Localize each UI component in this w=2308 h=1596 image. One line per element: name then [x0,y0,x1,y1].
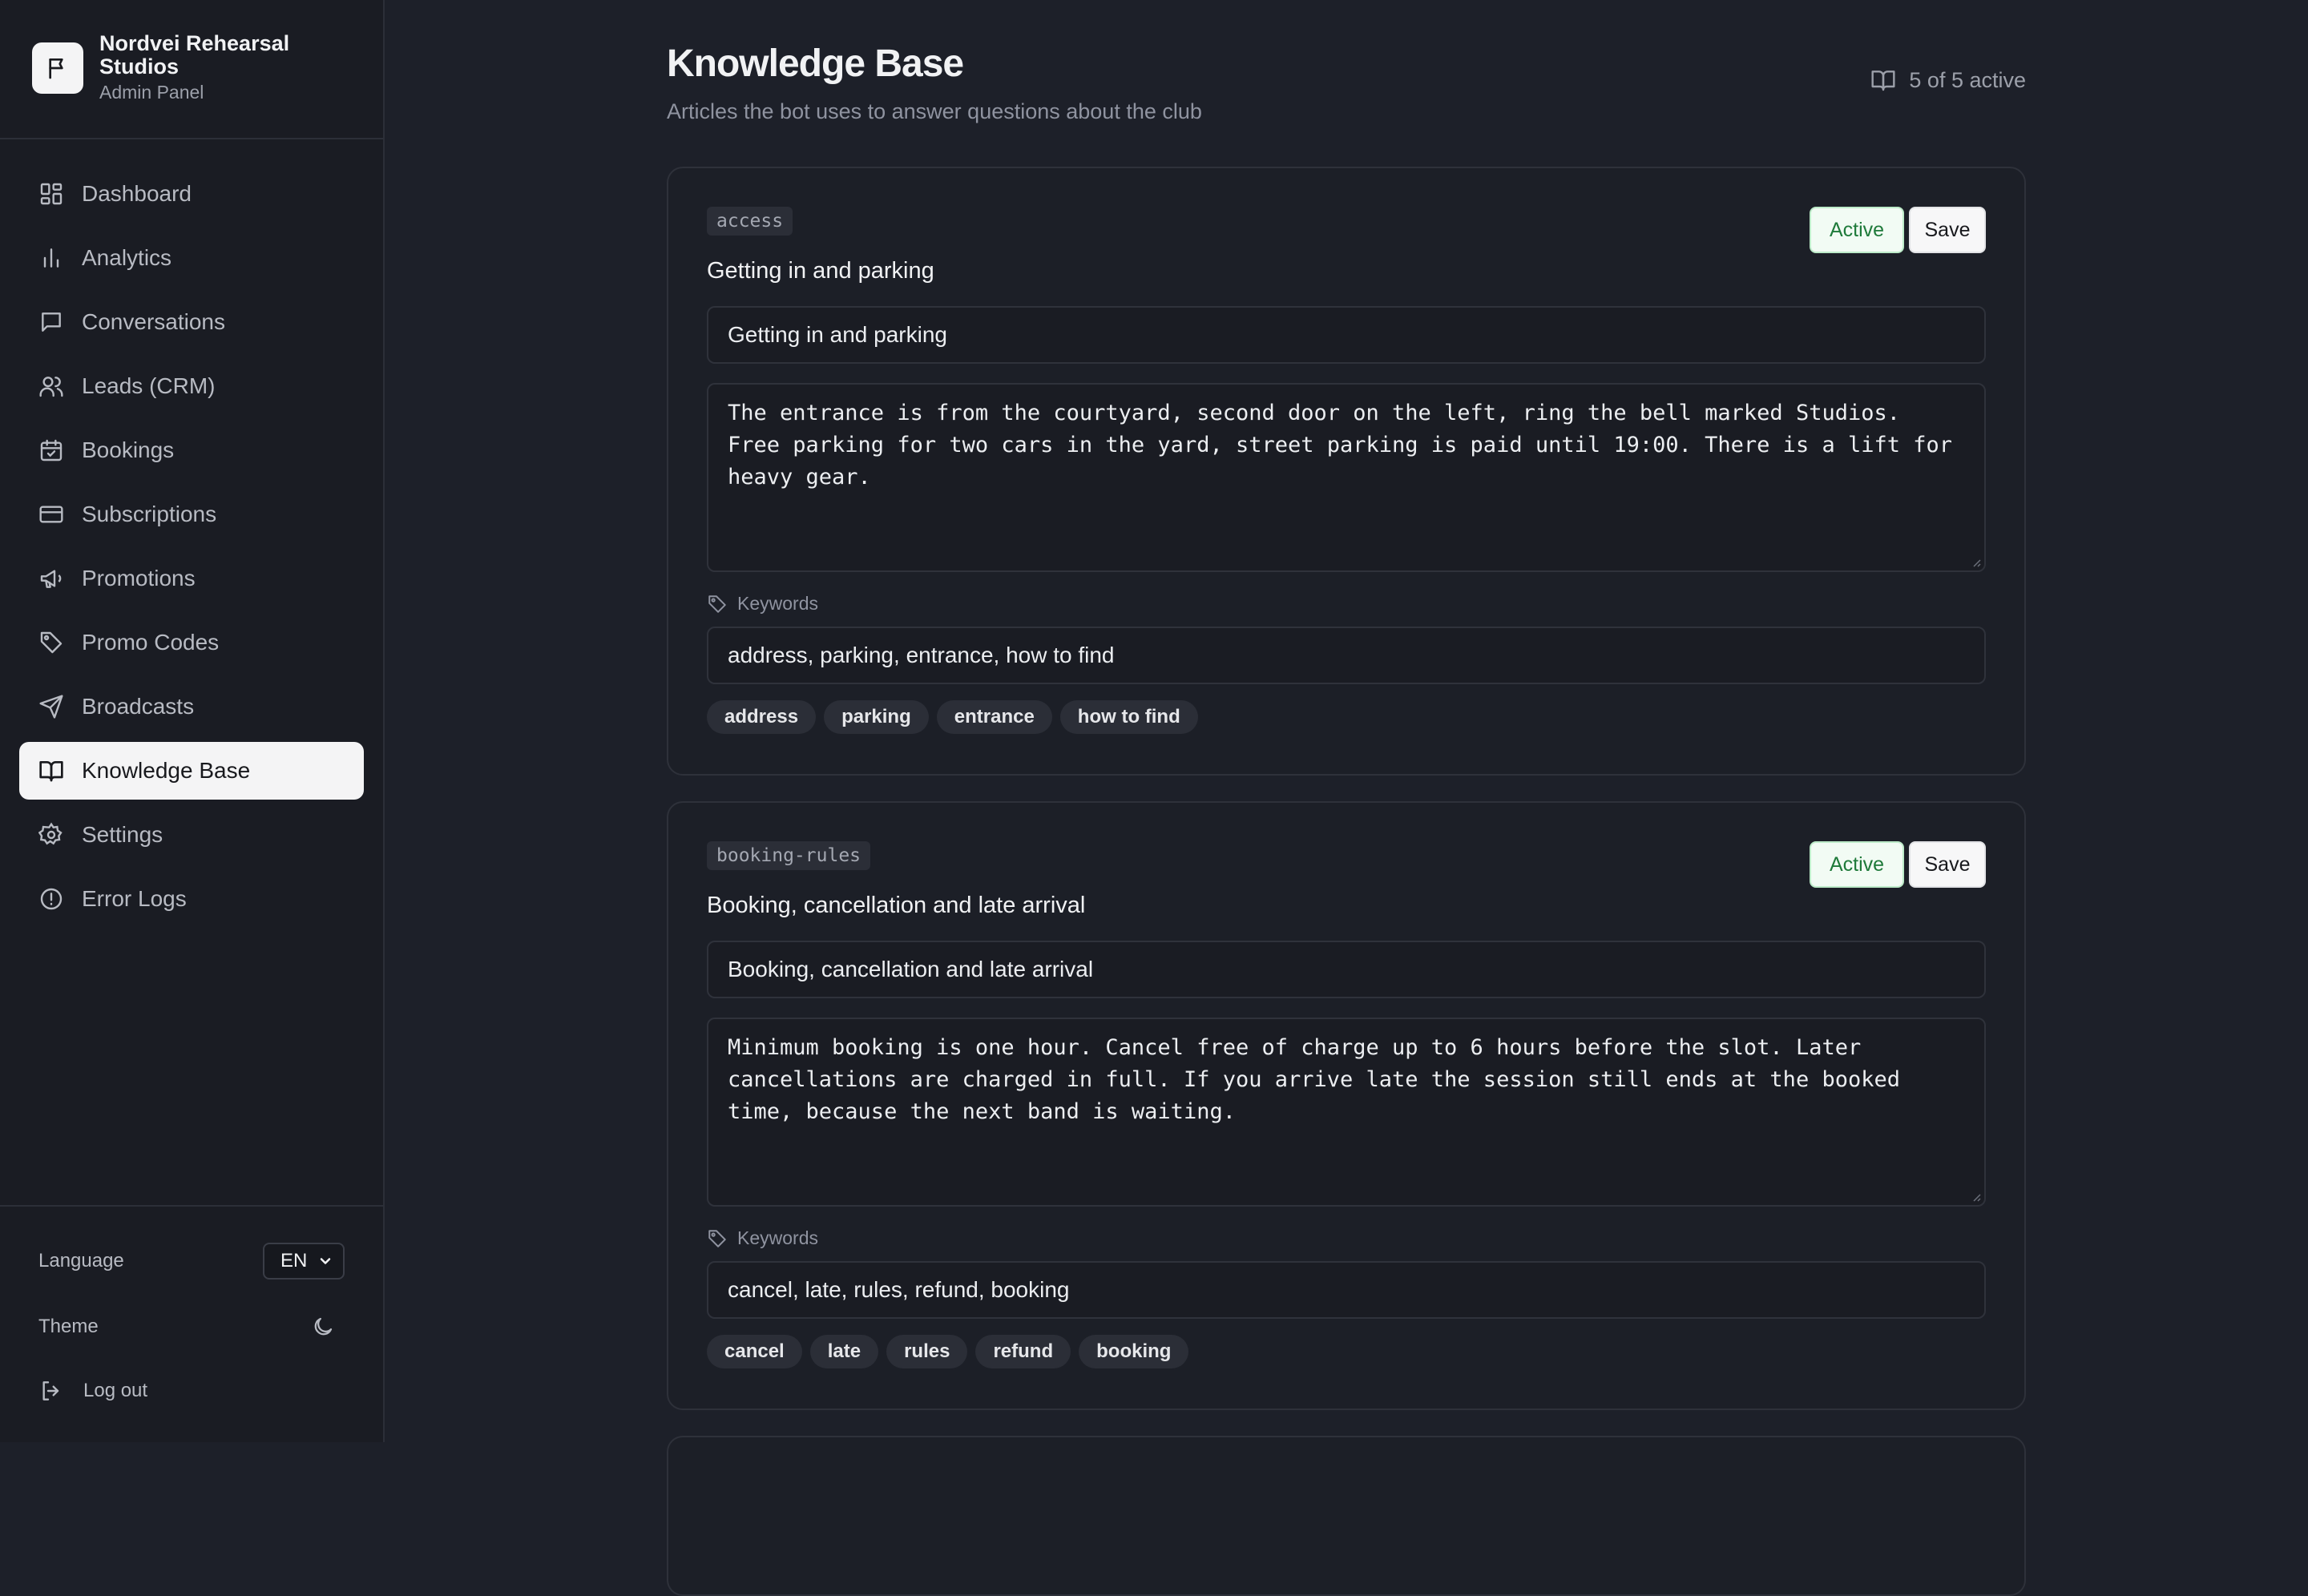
keywords-label: Keywords [707,593,818,615]
theme-row: Theme [38,1308,345,1346]
active-count: 5 of 5 active [1870,67,2026,93]
keyword-chip: late [809,1335,879,1368]
keyword-chip: how to find [1059,700,1198,734]
keyword-chip: parking [824,700,929,734]
sidebar-item-label: Promo Codes [82,630,220,655]
sidebar-item-label: Analytics [82,245,172,270]
dashboard-icon [40,183,63,205]
sidebar-nav: Dashboard Analytics Conversations Leads … [19,165,364,934]
chat-icon [42,312,61,332]
sidebar-item-label: Settings [82,822,163,847]
megaphone-icon [40,570,62,588]
keyword-chip: refund [975,1335,1071,1368]
article-slug: booking-rules [707,841,871,870]
keyword-chip: rules [886,1335,968,1368]
sidebar-item-error-logs[interactable]: Error Logs [19,870,364,928]
logout-label: Log out [83,1380,148,1401]
body-textarea[interactable]: The entrance is from the courtyard, seco… [707,383,1986,572]
keyword-chip: entrance [936,700,1052,734]
app-name: Nordvei Rehearsal Studios [99,31,290,79]
article-slug: access [707,207,793,236]
sidebar-item-label: Bookings [82,437,175,462]
calendar-check-icon [40,439,63,461]
sidebar-item-label: Conversations [82,309,225,334]
logout-icon [42,1381,59,1401]
active-toggle-button[interactable]: Active [1810,841,1904,888]
keywords-label-text: Keywords [737,593,818,614]
brand: Nordvei Rehearsal Studios Admin Panel [32,32,367,107]
theme-label: Theme [38,1316,99,1337]
sidebar-item-promo-codes[interactable]: Promo Codes [19,614,364,671]
app-subtitle: Admin Panel [99,82,204,103]
language-select[interactable]: EN [263,1243,345,1280]
sidebar: Nordvei Rehearsal Studios Admin Panel Da… [0,0,385,1442]
book-icon [39,761,63,782]
sidebar-item-conversations[interactable]: Conversations [19,293,364,351]
tag-icon [708,1229,726,1247]
page-title: Knowledge Base [667,42,964,85]
keywords-label-text: Keywords [737,1227,818,1248]
language-label: Language [38,1250,124,1272]
sidebar-item-knowledge-base[interactable]: Knowledge Base [19,742,364,800]
body-text: The entrance is from the courtyard, seco… [728,401,1953,490]
sidebar-item-label: Error Logs [82,886,187,911]
logout-button[interactable]: Log out [38,1372,147,1410]
users-icon [39,377,63,397]
title-input[interactable]: Booking, cancellation and late arrival [707,941,1986,998]
sidebar-item-bookings[interactable]: Bookings [19,421,364,479]
body-text: Minimum booking is one hour. Cancel free… [728,1035,1900,1124]
language-value: EN [280,1250,308,1272]
save-button[interactable]: Save [1909,207,1986,253]
keywords-label: Keywords [707,1227,818,1249]
tag-icon [40,631,63,654]
moon-icon[interactable] [311,1315,335,1339]
resize-grip-icon[interactable] [1970,1191,1981,1202]
page-subtitle: Articles the bot uses to answer question… [667,99,1202,123]
sidebar-item-subscriptions[interactable]: Subscriptions [19,486,364,543]
sidebar-item-analytics[interactable]: Analytics [19,229,364,287]
sidebar-item-broadcasts[interactable]: Broadcasts [19,678,364,736]
article-title: Getting in and parking [707,258,934,284]
sidebar-item-label: Leads (CRM) [82,373,216,398]
keyword-chip: address [707,700,817,734]
book-icon [1871,71,1895,91]
article-card: access Getting in and parking Active Sav… [667,167,2026,776]
divider [0,1205,383,1207]
sidebar-item-label: Dashboard [82,181,192,206]
credit-card-icon [39,506,63,523]
active-count-label: 5 of 5 active [1909,67,2026,92]
divider [0,138,383,139]
keywords-input[interactable]: address, parking, entrance, how to find [707,627,1986,684]
active-toggle-button[interactable]: Active [1810,207,1904,253]
sidebar-item-settings[interactable]: Settings [19,806,364,864]
keyword-chip: cancel [707,1335,802,1368]
resize-grip-icon[interactable] [1970,556,1981,567]
article-card: booking-rules Booking, cancellation and … [667,801,2026,1410]
alert-circle-icon [40,888,63,910]
sidebar-item-label: Promotions [82,566,196,590]
keyword-chips: address parking entrance how to find [707,700,1198,734]
sidebar-item-promotions[interactable]: Promotions [19,550,364,607]
chevron-down-icon [320,1258,331,1264]
keyword-chips: cancel late rules refund booking [707,1335,1189,1368]
sidebar-item-label: Subscriptions [82,502,217,526]
keyword-chip: booking [1079,1335,1189,1368]
sidebar-item-label: Broadcasts [82,694,195,719]
sidebar-item-label: Knowledge Base [82,758,251,783]
keywords-input[interactable]: cancel, late, rules, refund, booking [707,1261,1986,1319]
save-button[interactable]: Save [1909,841,1986,888]
language-row: Language EN [38,1242,345,1280]
sidebar-item-leads[interactable]: Leads (CRM) [19,357,364,415]
flag-icon [32,42,83,94]
body-textarea[interactable]: Minimum booking is one hour. Cancel free… [707,1018,1986,1207]
gear-icon [38,822,63,845]
tag-icon [708,594,726,613]
title-input[interactable]: Getting in and parking [707,306,1986,364]
send-icon [39,695,63,719]
sidebar-item-dashboard[interactable]: Dashboard [19,165,364,223]
bar-chart-icon [43,248,59,268]
article-card [667,1436,2026,1596]
article-title: Booking, cancellation and late arrival [707,893,1086,918]
